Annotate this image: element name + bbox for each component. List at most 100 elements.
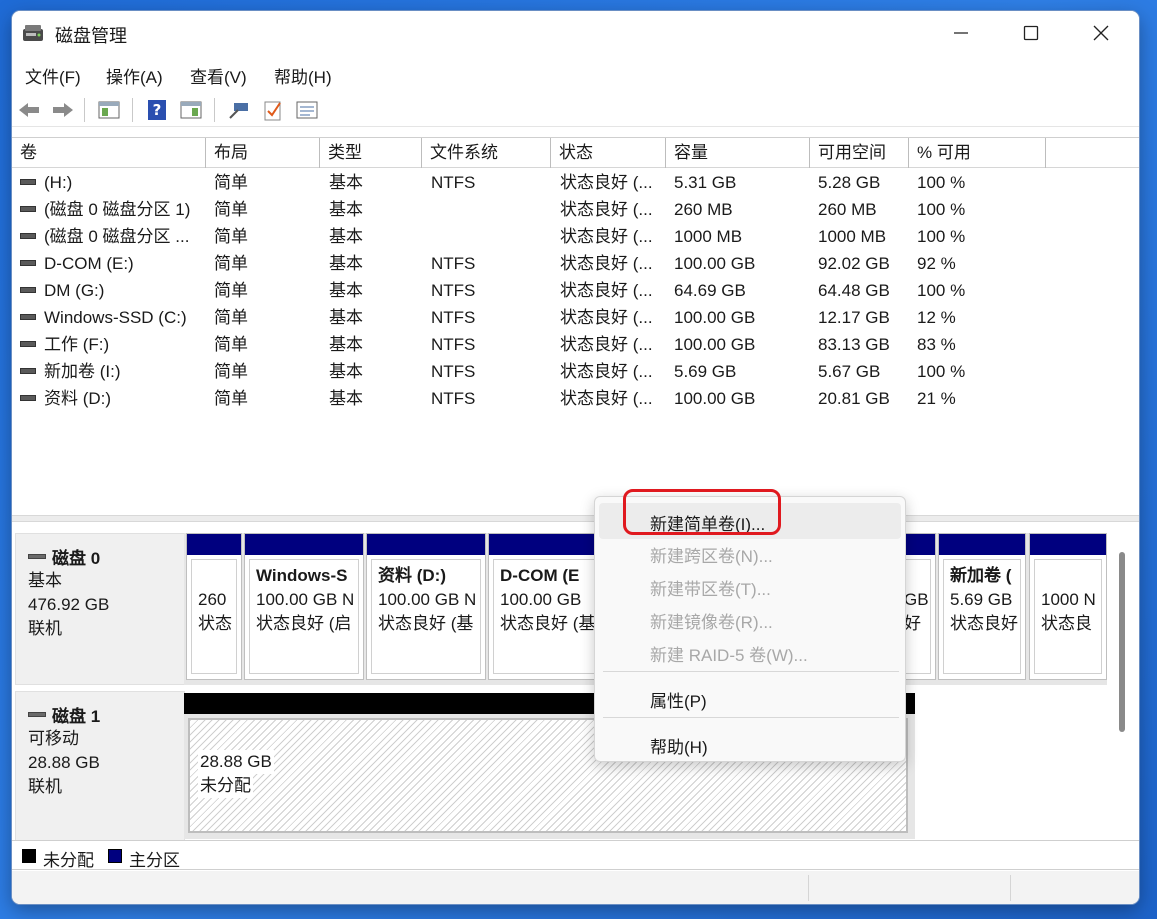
table-row[interactable]: D-COM (E:) 简单 基本 NTFS 状态良好 (... 100.00 GB 92.0… (12, 250, 1139, 277)
menu-new-mirrored-volume[interactable]: 新建镜像卷(R)... (650, 608, 773, 633)
table-cell: 状态良好 (... (560, 227, 653, 246)
menu-properties[interactable]: 属性(P) (650, 687, 707, 712)
show-hide-icon[interactable] (178, 98, 204, 122)
volume-table-header: 卷 布局 类型 文件系统 状态 容量 可用空间 % 可用 (12, 138, 1139, 168)
cell-volume: D-COM (E:) (44, 254, 134, 273)
col-status[interactable]: 状态 (551, 138, 666, 168)
col-layout[interactable]: 布局 (206, 138, 320, 168)
minimize-icon (954, 32, 968, 34)
menu-action[interactable]: 操作(A) (106, 63, 163, 88)
table-cell: 状态良好 (... (560, 335, 653, 354)
table-row[interactable]: 工作 (F:) 简单 基本 NTFS 状态良好 (... 100.00 GB 83.13 G… (12, 331, 1139, 358)
col-free-space[interactable]: 可用空间 (810, 138, 909, 168)
menu-new-striped-volume[interactable]: 新建带区卷(T)... (650, 575, 771, 600)
vertical-scrollbar[interactable] (1119, 552, 1125, 732)
table-cell: NTFS (431, 335, 476, 354)
table-cell: 简单 (214, 173, 248, 192)
table-cell: 1000 MB (818, 227, 887, 246)
volume-icon (20, 287, 36, 294)
table-cell: 92.02 GB (818, 254, 890, 273)
col-volume[interactable]: 卷 (12, 138, 206, 168)
table-cell: 状态良好 (... (560, 281, 653, 300)
col-filesystem[interactable]: 文件系统 (422, 138, 551, 168)
partition[interactable]: 260 状态 (186, 533, 242, 680)
menu-help[interactable]: 帮助(H) (274, 63, 332, 88)
table-cell: 基本 (329, 281, 363, 300)
table-row[interactable]: 新加卷 (I:) 简单 基本 NTFS 状态良好 (... 5.69 GB 5.67 GB 1… (12, 358, 1139, 385)
disk-icon (28, 554, 46, 559)
partition[interactable]: 1000 N 状态良 (1029, 533, 1107, 680)
table-row[interactable]: DM (G:) 简单 基本 NTFS 状态良好 (... 64.69 GB 64.48 GB… (12, 277, 1139, 304)
disk-1-label[interactable]: 磁盘 1 可移动 28.88 GB 联机 (15, 691, 185, 843)
table-cell: 基本 (329, 200, 363, 219)
table-cell: 5.28 GB (818, 173, 881, 192)
table-cell: 1000 MB (674, 227, 743, 246)
disk-0-size: 476.92 GB (28, 595, 110, 614)
table-row[interactable]: 资料 (D:) 简单 基本 NTFS 状态良好 (... 100.00 GB 20.81 G… (12, 385, 1139, 412)
table-cell: 83.13 GB (818, 335, 890, 354)
table-cell: NTFS (431, 173, 476, 192)
table-cell: 64.69 GB (674, 281, 746, 300)
table-row[interactable]: (磁盘 0 磁盘分区 1) 简单 基本 状态良好 (... 260 MB 260 MB 10… (12, 196, 1139, 223)
col-percent-free[interactable]: % 可用 (909, 138, 1046, 168)
table-cell: 260 MB (818, 200, 877, 219)
table-cell: 12.17 GB (818, 308, 890, 327)
table-row[interactable]: (H:) 简单 基本 NTFS 状态良好 (... 5.31 GB 5.28 GB 100 % (12, 169, 1139, 196)
col-capacity[interactable]: 容量 (666, 138, 810, 168)
table-cell: 状态良好 (... (560, 173, 653, 192)
back-arrow-icon[interactable] (16, 98, 42, 122)
unallocated-label: 未分配 (198, 774, 253, 798)
pane-splitter[interactable] (12, 515, 1139, 522)
table-cell: 简单 (214, 254, 248, 273)
legend-primary-label: 主分区 (129, 851, 180, 870)
cell-volume: DM (G:) (44, 281, 105, 300)
menu-new-spanned-volume[interactable]: 新建跨区卷(N)... (650, 542, 773, 567)
partition[interactable]: 新加卷 (5.69 GB 状态良好 (938, 533, 1026, 680)
console-tree-icon[interactable] (96, 98, 122, 122)
annotation-highlight (623, 489, 781, 535)
disk-1-size: 28.88 GB (28, 753, 100, 772)
disk-management-icon (22, 23, 44, 43)
table-cell: 64.48 GB (818, 281, 890, 300)
help-icon[interactable]: ? (144, 98, 170, 122)
connect-icon[interactable] (226, 98, 252, 122)
cell-volume: (磁盘 0 磁盘分区 1) (44, 200, 191, 219)
table-cell: 基本 (329, 254, 363, 273)
legend-unallocated-swatch (22, 849, 36, 863)
minimize-button[interactable] (926, 11, 996, 55)
check-icon[interactable] (260, 98, 286, 122)
col-type[interactable]: 类型 (320, 138, 422, 168)
table-row[interactable]: Windows-SSD (C:) 简单 基本 NTFS 状态良好 (... 100.00 … (12, 304, 1139, 331)
legend: 未分配 主分区 (12, 840, 1139, 870)
forward-arrow-icon[interactable] (50, 98, 76, 122)
disk-0-label[interactable]: 磁盘 0 基本 476.92 GB 联机 (15, 533, 185, 685)
menu-separator (603, 671, 899, 672)
volume-list: 卷 布局 类型 文件系统 状态 容量 可用空间 % 可用 (H:) 简单 基本 NTF… (12, 137, 1139, 515)
table-cell: 5.67 GB (818, 362, 881, 381)
cell-volume: (H:) (44, 173, 73, 192)
volume-icon (20, 314, 36, 321)
menu-new-raid5-volume[interactable]: 新建 RAID-5 卷(W)... (650, 641, 808, 666)
maximize-button[interactable] (996, 11, 1066, 55)
cell-volume: 新加卷 (I:) (44, 362, 121, 381)
table-cell: 基本 (329, 173, 363, 192)
toolbar: ? (12, 93, 1139, 127)
menu-file[interactable]: 文件(F) (25, 63, 81, 88)
volume-icon (20, 395, 36, 402)
table-cell: 100 % (917, 227, 966, 246)
partition[interactable]: 资料 (D:) 100.00 GB N 状态良好 (基 (366, 533, 486, 680)
menu-view[interactable]: 查看(V) (190, 63, 247, 88)
disk-1-type: 可移动 (28, 729, 79, 748)
table-cell: 基本 (329, 362, 363, 381)
table-row[interactable]: (磁盘 0 磁盘分区 ... 简单 基本 状态良好 (... 1000 MB 1000 M… (12, 223, 1139, 250)
cell-volume: (磁盘 0 磁盘分区 ... (44, 227, 190, 246)
cell-volume: Windows-SSD (C:) (44, 308, 187, 327)
volume-icon (20, 233, 36, 240)
close-button[interactable] (1066, 11, 1136, 55)
table-cell: 状态良好 (... (560, 200, 653, 219)
table-cell: 100.00 GB (674, 308, 756, 327)
partition[interactable]: Windows-S 100.00 GB N 状态良好 (启 (244, 533, 364, 680)
properties-icon[interactable] (294, 98, 320, 122)
table-cell: 100.00 GB (674, 254, 756, 273)
menu-help-item[interactable]: 帮助(H) (650, 733, 708, 758)
